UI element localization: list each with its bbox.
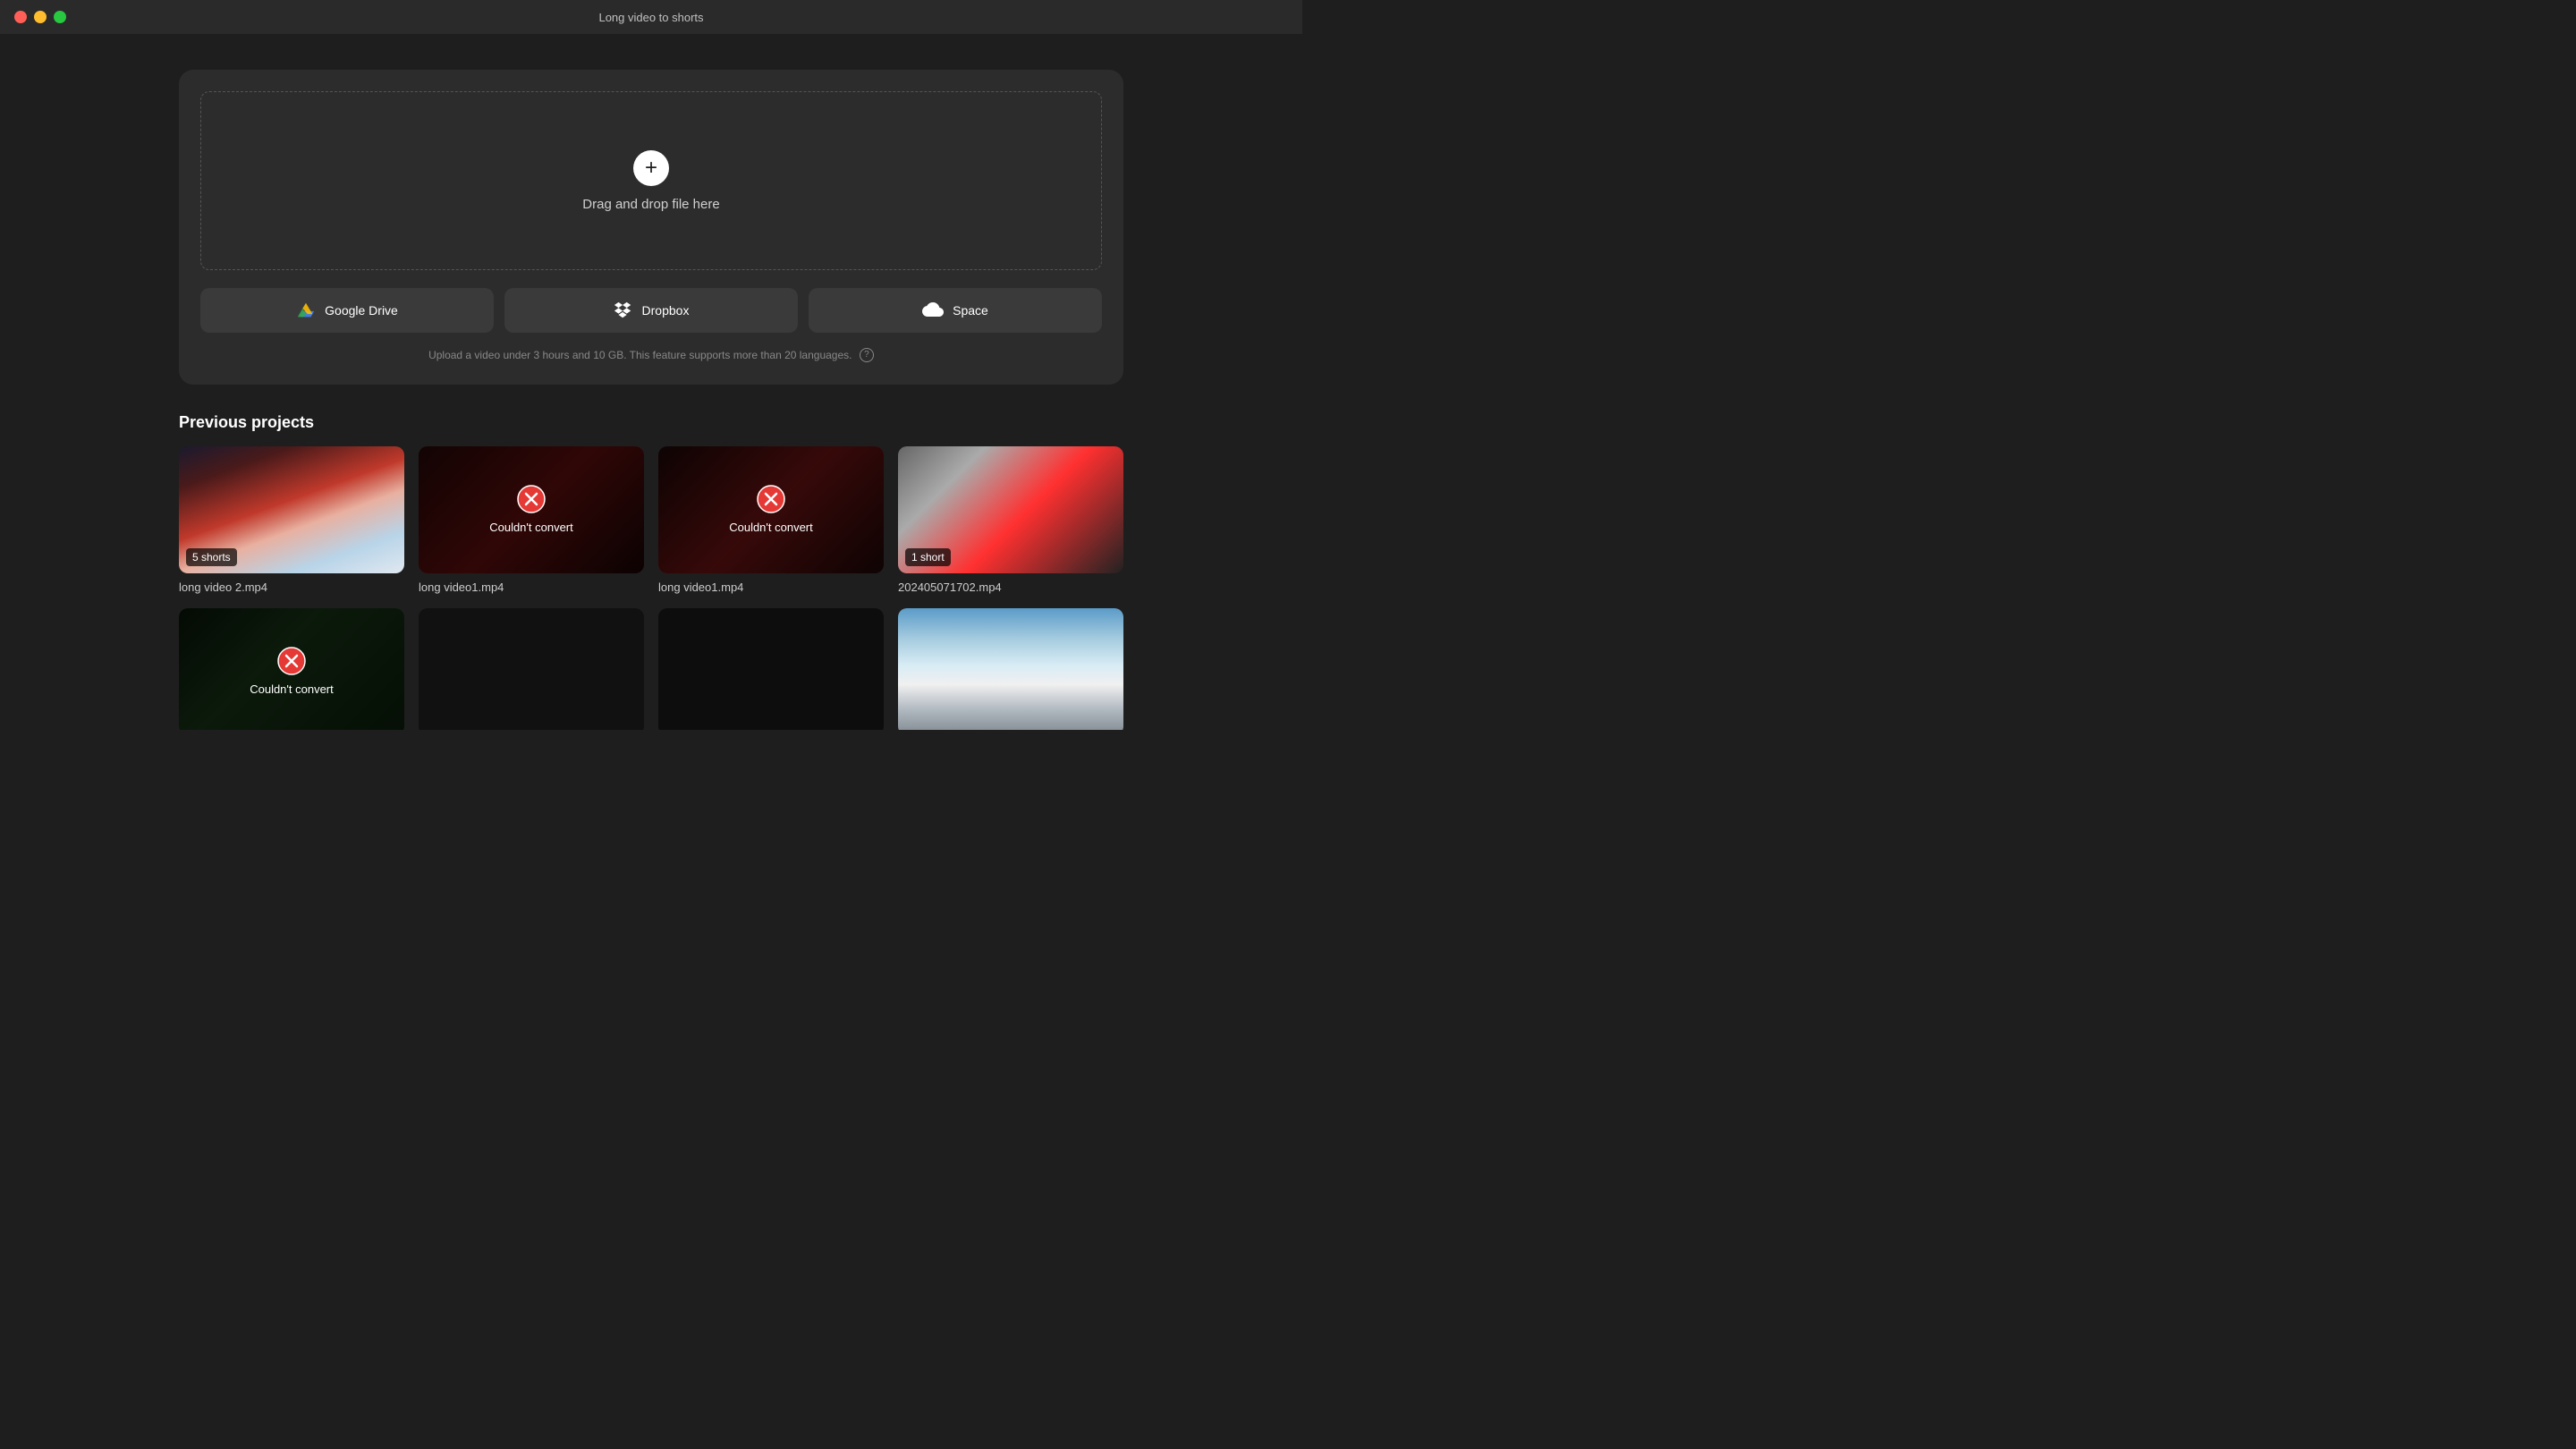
error-overlay: Couldn't convert	[419, 446, 644, 573]
close-button[interactable]	[14, 11, 27, 23]
project-item[interactable]	[658, 608, 884, 730]
project-thumbnail	[419, 608, 644, 730]
section-title: Previous projects	[179, 413, 1123, 432]
window-title: Long video to shorts	[598, 11, 703, 24]
minimize-button[interactable]	[34, 11, 47, 23]
project-name: long video1.mp4	[658, 580, 884, 594]
project-name: long video1.mp4	[419, 580, 644, 594]
error-text: Couldn't convert	[489, 521, 573, 534]
project-badge: 5 shorts	[186, 548, 237, 566]
title-bar: Long video to shorts	[0, 0, 1302, 34]
upload-note: Upload a video under 3 hours and 10 GB. …	[428, 349, 852, 361]
space-button[interactable]: Space	[809, 288, 1102, 333]
dropbox-icon	[614, 301, 633, 320]
help-icon[interactable]: ?	[860, 348, 874, 362]
upload-card: + Drag and drop file here Google Drive D…	[179, 70, 1123, 385]
google-drive-button[interactable]: Google Drive	[200, 288, 494, 333]
space-label: Space	[953, 303, 988, 318]
traffic-lights	[14, 11, 66, 23]
add-file-icon: +	[633, 150, 669, 186]
project-item[interactable]: Couldn't convert long video1.mp4	[419, 446, 644, 594]
dropbox-label: Dropbox	[642, 303, 690, 318]
error-overlay: Couldn't convert	[658, 446, 884, 573]
error-text: Couldn't convert	[250, 682, 334, 696]
previous-projects-section: Previous projects 5 shorts long video 2.…	[179, 413, 1123, 730]
project-item[interactable]: Couldn't convert	[179, 608, 404, 730]
drop-zone[interactable]: + Drag and drop file here	[200, 91, 1102, 270]
upload-note-container: Upload a video under 3 hours and 10 GB. …	[200, 347, 1102, 363]
source-buttons: Google Drive Dropbox Space	[200, 288, 1102, 333]
project-badge: 1 short	[905, 548, 951, 566]
project-thumbnail: Couldn't convert	[179, 608, 404, 730]
google-drive-icon	[296, 301, 316, 320]
project-thumbnail: Couldn't convert	[658, 446, 884, 573]
project-thumbnail: Couldn't convert	[419, 446, 644, 573]
project-item[interactable]: 1 short 202405071702.mp4	[898, 446, 1123, 594]
project-thumbnail: 5 shorts	[179, 446, 404, 573]
project-name: long video 2.mp4	[179, 580, 404, 594]
project-item[interactable]: 5 shorts long video 2.mp4	[179, 446, 404, 594]
error-icon	[517, 485, 546, 513]
project-name: 202405071702.mp4	[898, 580, 1123, 594]
project-item[interactable]	[419, 608, 644, 730]
error-overlay: Couldn't convert	[179, 608, 404, 730]
project-thumbnail: 1 short	[898, 446, 1123, 573]
drop-text: Drag and drop file here	[582, 197, 719, 212]
error-text: Couldn't convert	[729, 521, 813, 534]
project-item[interactable]: Couldn't convert long video1.mp4	[658, 446, 884, 594]
error-icon	[757, 485, 785, 513]
error-icon	[277, 647, 306, 675]
cloud-icon	[922, 302, 944, 318]
project-thumbnail	[898, 608, 1123, 730]
main-content: + Drag and drop file here Google Drive D…	[0, 34, 1302, 730]
maximize-button[interactable]	[54, 11, 66, 23]
projects-grid: 5 shorts long video 2.mp4 Couldn't conve…	[179, 446, 1123, 730]
google-drive-label: Google Drive	[325, 303, 398, 318]
project-item[interactable]	[898, 608, 1123, 730]
dropbox-button[interactable]: Dropbox	[504, 288, 798, 333]
project-thumbnail	[658, 608, 884, 730]
